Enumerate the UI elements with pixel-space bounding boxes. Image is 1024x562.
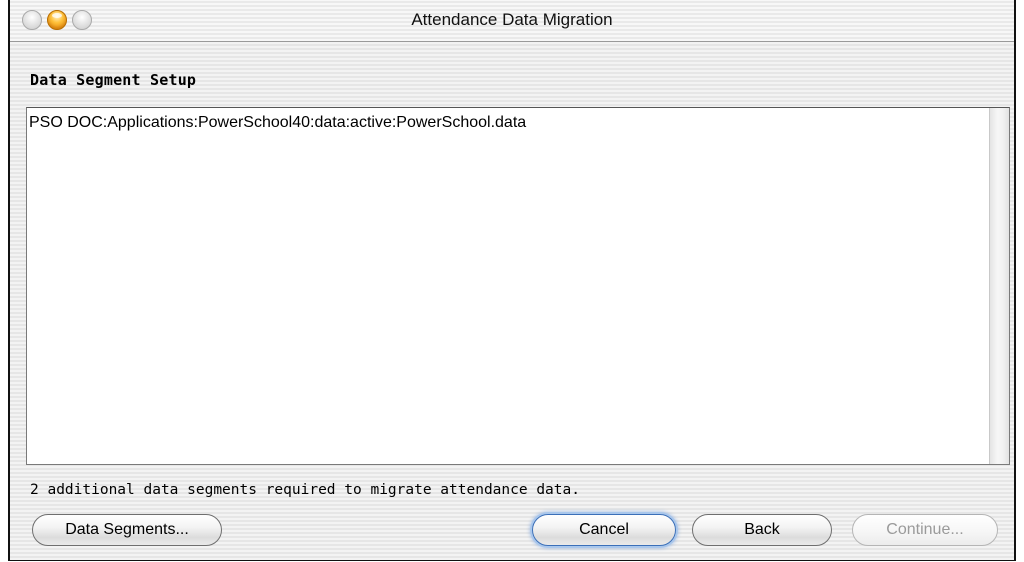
cancel-button[interactable]: Cancel <box>532 514 676 546</box>
title-bar[interactable]: Attendance Data Migration <box>10 0 1014 42</box>
back-button[interactable]: Back <box>692 514 832 546</box>
window-title: Attendance Data Migration <box>411 10 613 29</box>
data-segment-list[interactable]: PSO DOC:Applications:PowerSchool40:data:… <box>26 107 1010 465</box>
data-segments-button[interactable]: Data Segments... <box>32 514 222 546</box>
status-message: 2 additional data segments required to m… <box>30 482 580 498</box>
list-item[interactable]: PSO DOC:Applications:PowerSchool40:data:… <box>29 114 526 132</box>
migration-window: Attendance Data Migration Data Segment S… <box>8 0 1016 561</box>
vertical-scrollbar[interactable] <box>989 108 1009 464</box>
continue-button: Continue... <box>852 514 998 546</box>
section-title: Data Segment Setup <box>30 71 197 89</box>
